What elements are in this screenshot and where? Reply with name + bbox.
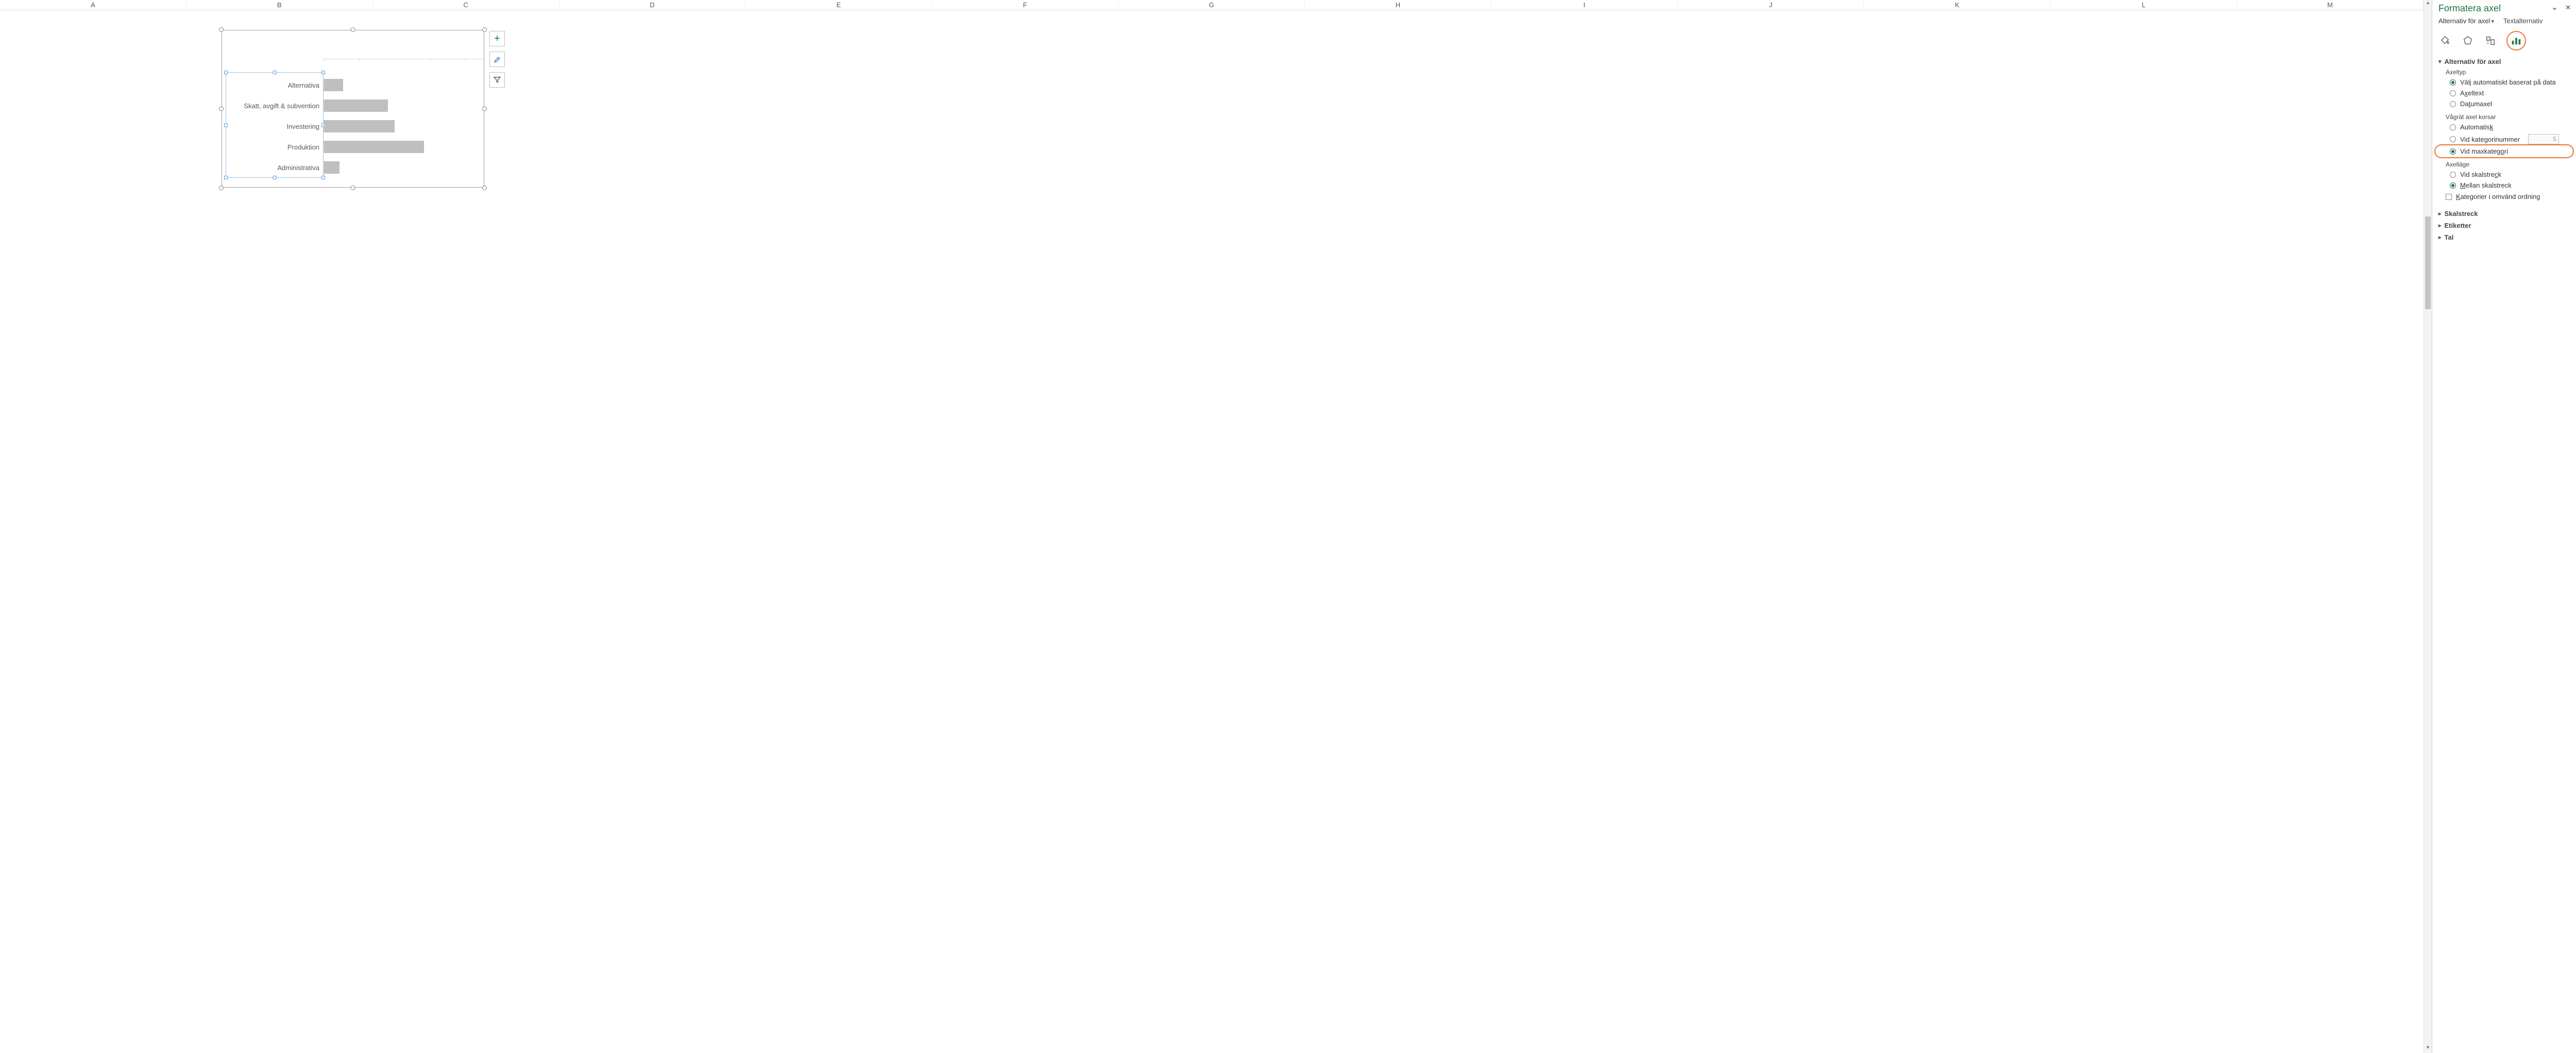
brush-icon: [493, 55, 502, 64]
vertical-scrollbar[interactable]: ▴ ▾: [2424, 0, 2432, 1053]
bar-track: [324, 99, 479, 112]
radio-icon: [2450, 101, 2456, 107]
plot-area[interactable]: Alternativa Skatt, avgift & subvention Inv…: [226, 75, 479, 177]
bar[interactable]: [324, 161, 340, 174]
bar-row: Administrativa: [226, 157, 479, 178]
size-properties-tab[interactable]: [2484, 34, 2497, 47]
category-label[interactable]: Investering: [226, 123, 324, 130]
bar-track: [324, 79, 479, 91]
format-axis-pane: Formatera axel ✕ Alternativ för axel▾ Te…: [2432, 0, 2576, 1053]
text-options-link[interactable]: Textalternativ: [2503, 17, 2543, 25]
bar-track: [324, 120, 479, 132]
radio-icon: [2450, 172, 2456, 178]
scroll-thumb[interactable]: [2425, 216, 2431, 309]
size-icon: [2485, 35, 2496, 46]
col-head[interactable]: F: [932, 0, 1118, 10]
col-head[interactable]: E: [745, 0, 932, 10]
highlight-ring: [2506, 31, 2526, 51]
pane-options-dropdown[interactable]: [2551, 4, 2558, 14]
radio-cross-category-number[interactable]: Vid kategorinummer: [2438, 132, 2570, 146]
pentagon-icon: [2462, 35, 2473, 46]
chart-quick-buttons: +: [489, 31, 505, 88]
section-labels[interactable]: Etiketter: [2438, 220, 2570, 231]
col-head[interactable]: D: [560, 0, 746, 10]
radio-on-tick-marks[interactable]: Vid skalstreck: [2438, 169, 2570, 180]
checkbox-reverse-categories[interactable]: Kategorier i omvänd ordning: [2438, 191, 2570, 203]
resize-handle[interactable]: [482, 186, 487, 190]
category-label[interactable]: Administrativa: [226, 164, 324, 172]
axis-type-label: Axeltyp: [2438, 68, 2570, 77]
bar[interactable]: [324, 120, 395, 132]
category-label[interactable]: Produktion: [226, 143, 324, 151]
col-head[interactable]: A: [0, 0, 187, 10]
radio-icon: [2450, 148, 2456, 155]
radio-icon: [2450, 124, 2456, 130]
category-label[interactable]: Alternativa: [226, 81, 324, 89]
bar-track: [324, 141, 479, 153]
funnel-icon: [493, 76, 501, 84]
worksheet-area[interactable]: A B C D E F G H I J K L M Belopp (tkr): [0, 0, 2424, 1053]
horizontal-crosses-label: Vågrät axel korsar: [2438, 112, 2570, 122]
col-head[interactable]: M: [2237, 0, 2424, 10]
section-axis-options[interactable]: Alternativ för axel: [2438, 56, 2570, 68]
bar-chart-icon: [2511, 35, 2522, 46]
radio-icon: [2450, 79, 2456, 86]
resize-handle[interactable]: [482, 107, 487, 111]
axis-position-label: Axelläge: [2438, 160, 2570, 169]
bar[interactable]: [324, 99, 388, 112]
resize-handle[interactable]: [219, 186, 224, 190]
radio-icon: [2450, 136, 2456, 142]
col-head[interactable]: C: [373, 0, 560, 10]
chart-styles-button[interactable]: [489, 52, 505, 67]
chart-filter-button[interactable]: [489, 72, 505, 88]
scroll-down-arrow[interactable]: ▾: [2424, 1045, 2432, 1053]
radio-icon: [2450, 90, 2456, 96]
col-head[interactable]: L: [2050, 0, 2237, 10]
section-number[interactable]: Tal: [2438, 231, 2570, 243]
chart-object[interactable]: Belopp (tkr) 0 2 000 4 000 6 000 8 000: [222, 30, 484, 188]
bar-row: Skatt, avgift & subvention: [226, 95, 479, 116]
radio-cross-max-category[interactable]: Vid maxkategori: [2438, 146, 2570, 157]
col-head[interactable]: H: [1305, 0, 1492, 10]
radio-auto-by-data[interactable]: Välj automatiskt baserat på data: [2438, 77, 2570, 88]
radio-cross-auto[interactable]: Automatisk: [2438, 122, 2570, 132]
column-headers: A B C D E F G H I J K L M: [0, 0, 2424, 10]
radio-icon: [2450, 182, 2456, 189]
chevron-down-icon: ▾: [2491, 19, 2494, 25]
pane-title: Formatera axel: [2438, 3, 2501, 14]
chart-elements-button[interactable]: +: [489, 31, 505, 46]
radio-text-axis[interactable]: Axeltext: [2438, 88, 2570, 98]
paint-bucket-icon: [2439, 35, 2451, 46]
bar-row: Investering: [226, 116, 479, 137]
col-head[interactable]: I: [1492, 0, 1678, 10]
col-head[interactable]: J: [1678, 0, 1865, 10]
axis-options-tab[interactable]: [2510, 34, 2523, 47]
plus-icon: +: [494, 34, 500, 44]
radio-between-tick-marks[interactable]: Mellan skalstreck: [2438, 180, 2570, 191]
resize-handle[interactable]: [351, 186, 355, 190]
bar-row: Alternativa: [226, 75, 479, 95]
bar[interactable]: [324, 141, 424, 153]
section-tick-marks[interactable]: Skalstreck: [2438, 208, 2570, 220]
col-head[interactable]: G: [1118, 0, 1305, 10]
resize-handle[interactable]: [219, 107, 224, 111]
scroll-up-arrow[interactable]: ▴: [2424, 0, 2432, 8]
col-head[interactable]: B: [187, 0, 373, 10]
category-label[interactable]: Skatt, avgift & subvention: [226, 102, 324, 110]
category-number-input[interactable]: [2528, 134, 2559, 144]
fill-line-tab[interactable]: [2438, 34, 2452, 47]
col-head[interactable]: K: [1864, 0, 2050, 10]
axis-options-link[interactable]: Alternativ för axel▾: [2438, 17, 2494, 25]
bar-track: [324, 161, 479, 174]
resize-handle[interactable]: [219, 27, 224, 32]
radio-date-axis[interactable]: Datumaxel: [2438, 98, 2570, 109]
value-axis-line: [324, 59, 484, 62]
bar[interactable]: [324, 79, 343, 91]
resize-handle[interactable]: [482, 27, 487, 32]
close-icon[interactable]: ✕: [2565, 4, 2571, 14]
checkbox-icon: [2446, 194, 2452, 200]
effects-tab[interactable]: [2461, 34, 2475, 47]
resize-handle[interactable]: [351, 27, 355, 32]
bar-row: Produktion: [226, 137, 479, 157]
